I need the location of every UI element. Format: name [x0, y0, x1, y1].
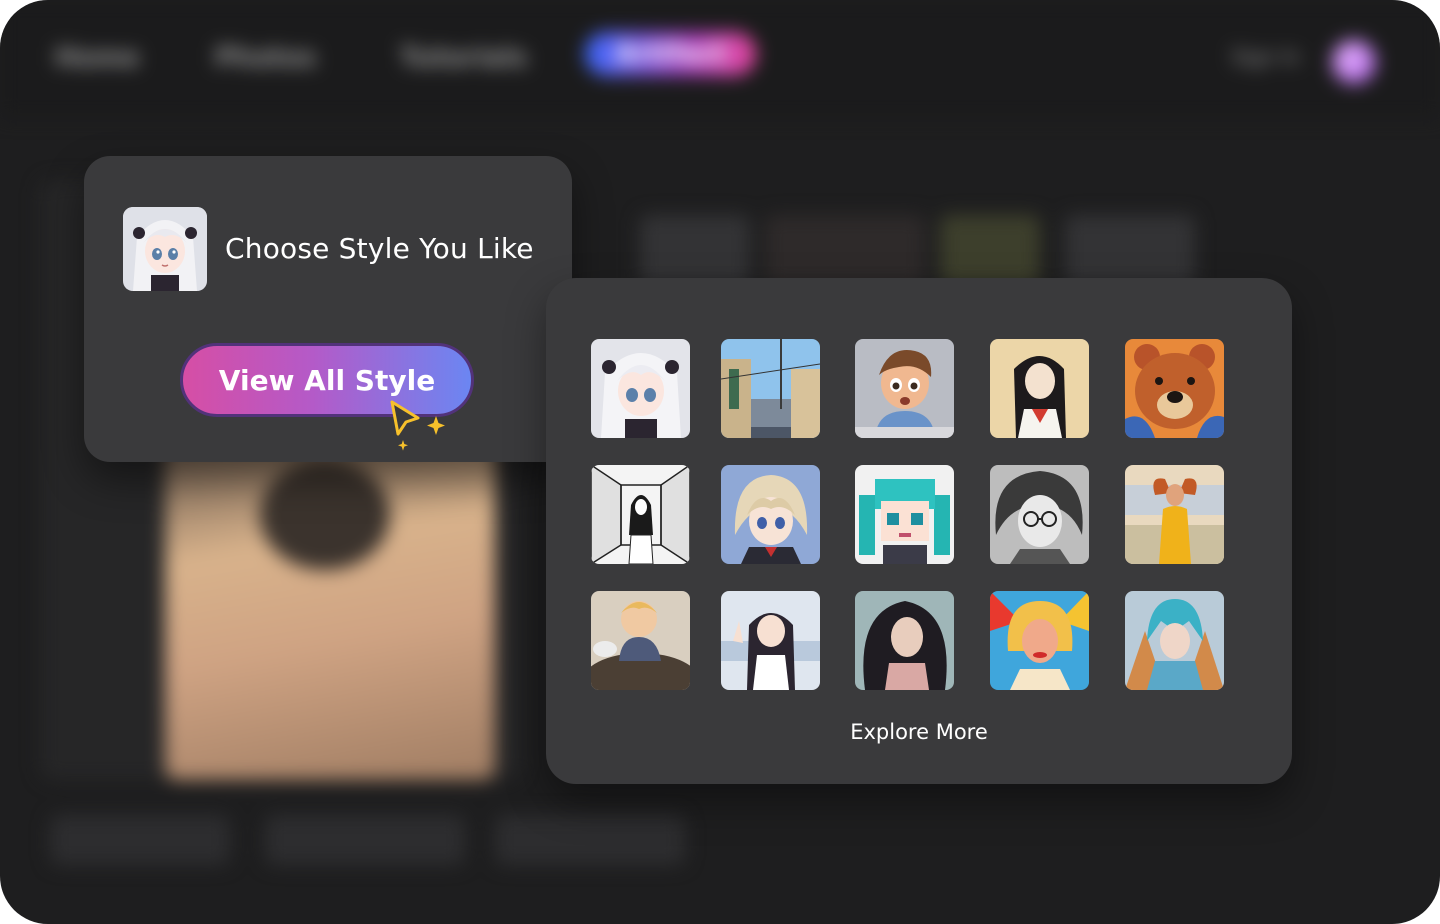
style-preview-thumbnail	[123, 207, 207, 291]
nav-item-home: Home	[55, 43, 140, 73]
background-button	[265, 815, 465, 865]
anime-girl-image	[123, 207, 207, 291]
background-thumb	[940, 215, 1040, 285]
style-tile-pixel-art-miku[interactable]	[855, 465, 954, 564]
style-tile-painted-bear[interactable]	[1125, 339, 1224, 438]
style-gallery-card: Explore More	[546, 278, 1292, 784]
top-nav: Home Photos Tutorials Artifact Sign In	[0, 0, 1440, 118]
style-tile-anime-blonde-boy[interactable]	[721, 465, 820, 564]
nav-item-artifact: Artifact	[585, 32, 756, 76]
style-tile-anime-girl-waving[interactable]	[721, 591, 820, 690]
choose-style-title: Choose Style You Like	[225, 232, 534, 265]
explore-more-link[interactable]: Explore More	[546, 720, 1292, 744]
nav-item-photos: Photos	[215, 43, 317, 73]
style-tile-3d-cartoon-boy[interactable]	[855, 339, 954, 438]
style-tile-sketch-sailor-girl[interactable]	[990, 339, 1089, 438]
background-photo	[165, 420, 495, 780]
app-screen: Home Photos Tutorials Artifact Sign In C…	[0, 0, 1440, 924]
view-all-style-label: View All Style	[218, 363, 436, 397]
background-button	[495, 815, 685, 865]
avatar	[1332, 40, 1376, 84]
background-thumb	[765, 215, 925, 285]
nav-item-tutorials: Tutorials	[400, 43, 528, 73]
style-tile-realistic-dark-hair-woman[interactable]	[855, 591, 954, 690]
cursor-sparkle-icon	[390, 400, 445, 451]
style-tile-anime-city-street[interactable]	[721, 339, 820, 438]
background-thumb	[640, 215, 750, 285]
background-thumb	[1065, 215, 1195, 285]
style-tile-ink-drawing-glasses-girl[interactable]	[990, 465, 1089, 564]
sign-in-link: Sign In	[1231, 45, 1300, 69]
style-tile-fantasy-blue-hair-boy[interactable]	[1125, 591, 1224, 690]
style-tile-pop-art-woman[interactable]	[990, 591, 1089, 690]
style-tile-cartoon-kid-drummer[interactable]	[591, 591, 690, 690]
style-tile-manga-hallway-girl[interactable]	[591, 465, 690, 564]
background-button	[50, 815, 230, 865]
style-tile-photo-yellow-dress-woman[interactable]	[1125, 465, 1224, 564]
choose-style-card: Choose Style You Like View All Style	[84, 156, 572, 462]
style-tile-anime-silver-hair-girl[interactable]	[591, 339, 690, 438]
